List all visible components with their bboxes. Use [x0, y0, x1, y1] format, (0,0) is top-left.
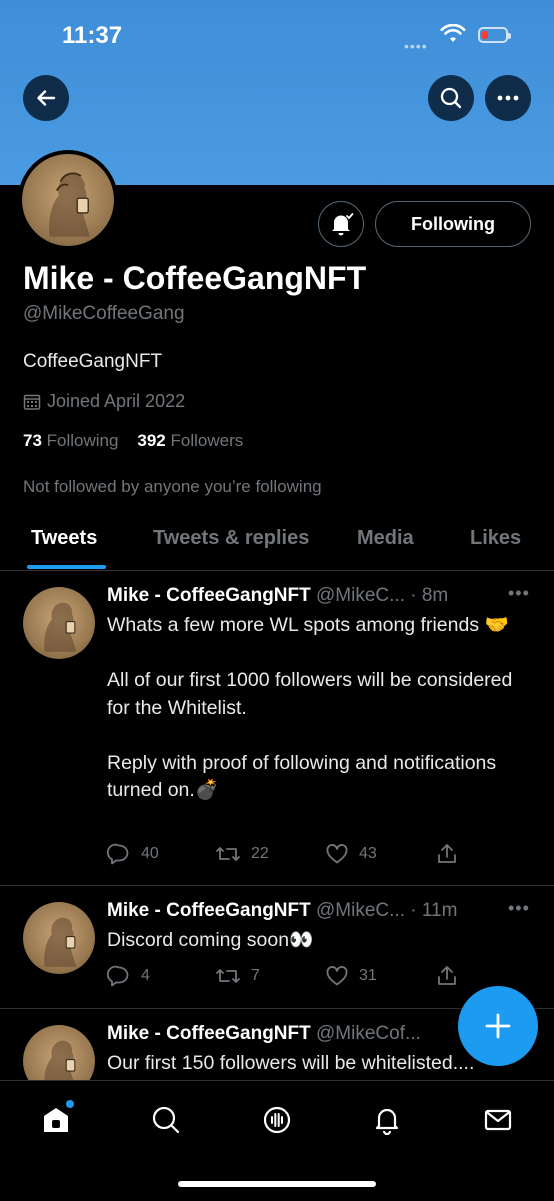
- tweet-meta: @MikeC... · 8m: [316, 585, 449, 606]
- tweet-avatar[interactable]: [23, 902, 95, 974]
- battery-icon: [478, 27, 511, 43]
- tab-tweets[interactable]: Tweets: [31, 527, 97, 550]
- profile-handle: @MikeCoffeeGang: [23, 303, 185, 324]
- reply-count: 4: [141, 967, 150, 984]
- tab-likes[interactable]: Likes: [470, 527, 521, 550]
- notification-dot: [66, 1100, 74, 1108]
- tweet-avatar[interactable]: [23, 587, 95, 659]
- profile-bio: CoffeeGangNFT: [23, 351, 163, 372]
- like-count: 31: [359, 967, 377, 984]
- spaces-icon: [263, 1106, 291, 1134]
- plus-icon: [485, 1013, 511, 1039]
- tweet-text: Discord coming soon👀: [107, 929, 314, 951]
- followers-count: 392: [137, 431, 166, 450]
- search-icon: [152, 1106, 180, 1134]
- home-icon: [44, 1108, 68, 1132]
- following-button[interactable]: Following: [375, 201, 531, 247]
- tweet-item[interactable]: Mike - CoffeeGangNFT @MikeC... · 8m ••• …: [0, 571, 554, 886]
- reply-icon: [107, 965, 129, 987]
- followers-label: Followers: [170, 431, 244, 450]
- tweet-text: Our first 150 followers will be whitelis…: [107, 1052, 475, 1074]
- tweet-actions: 4 7 31: [107, 964, 467, 990]
- like-button[interactable]: 31: [325, 964, 377, 988]
- followers-count-link[interactable]: 392 Followers: [137, 431, 243, 450]
- tweet-meta: @MikeC... · 11m: [316, 900, 458, 921]
- notifications-toggle-button[interactable]: [318, 201, 364, 247]
- like-count: 43: [359, 845, 377, 862]
- nav-spaces[interactable]: [260, 1103, 294, 1137]
- tweet-author-name: Mike - CoffeeGangNFT: [107, 900, 311, 921]
- notifications-icon: [375, 1108, 399, 1135]
- retweet-icon: [216, 847, 240, 861]
- retweet-count: 7: [251, 967, 260, 984]
- search-button[interactable]: [428, 75, 474, 121]
- follow-counts: 73 Following 392 Followers: [23, 431, 243, 451]
- reply-count: 40: [141, 845, 159, 862]
- tweet-more-button[interactable]: •••: [508, 583, 530, 604]
- nav-search[interactable]: [149, 1103, 183, 1137]
- tweet-author-name: Mike - CoffeeGangNFT: [107, 1023, 311, 1044]
- active-tab-indicator: [27, 565, 106, 569]
- like-button[interactable]: 43: [325, 842, 377, 866]
- share-button[interactable]: [435, 842, 459, 866]
- following-count: 73: [23, 431, 42, 450]
- tab-media[interactable]: Media: [357, 527, 414, 550]
- bell-icon: [332, 213, 354, 236]
- home-indicator: [178, 1181, 376, 1187]
- search-icon: [440, 87, 462, 109]
- profile-tabs: Tweets Tweets & replies Media Likes: [0, 520, 554, 571]
- heart-icon: [326, 966, 348, 986]
- share-icon: [438, 844, 456, 863]
- not-followed-text: Not followed by anyone you’re following: [23, 477, 322, 496]
- tweet-meta: @MikeCof...: [316, 1023, 421, 1044]
- tweet-author-name: Mike - CoffeeGangNFT: [107, 585, 311, 606]
- heart-icon: [326, 844, 348, 864]
- retweet-button[interactable]: 7: [215, 964, 260, 988]
- following-count-link[interactable]: 73 Following: [23, 431, 118, 450]
- reply-button[interactable]: 4: [107, 964, 150, 988]
- following-label: Following: [46, 431, 119, 450]
- nav-home[interactable]: [39, 1100, 74, 1137]
- signal-icon: ••••: [404, 38, 428, 54]
- retweet-count: 22: [251, 845, 269, 862]
- profile-name: Mike - CoffeeGangNFT: [23, 260, 367, 296]
- retweet-icon: [216, 969, 240, 983]
- profile-avatar[interactable]: [18, 150, 118, 250]
- more-button[interactable]: [485, 75, 531, 121]
- tweet-header: Mike - CoffeeGangNFT @MikeCof...: [107, 1023, 421, 1045]
- tweet-text: Whats a few more WL spots among friends …: [107, 614, 513, 801]
- compose-tweet-button[interactable]: [458, 986, 538, 1066]
- wifi-icon: [440, 24, 466, 42]
- joined-text: Joined April 2022: [47, 391, 186, 411]
- nav-messages[interactable]: [481, 1103, 515, 1137]
- back-button[interactable]: [23, 75, 69, 121]
- joined-date: Joined April 2022: [23, 391, 185, 412]
- calendar-icon: [23, 394, 41, 410]
- nav-notifications[interactable]: [370, 1103, 404, 1137]
- messages-icon: [484, 1109, 512, 1131]
- reply-icon: [107, 843, 129, 865]
- tweet-more-button[interactable]: •••: [508, 898, 530, 919]
- tweet-avatar[interactable]: [23, 1025, 95, 1080]
- tweet-actions: 40 22 43: [107, 842, 467, 868]
- tweet-header: Mike - CoffeeGangNFT @MikeC... · 11m: [107, 900, 457, 922]
- reply-button[interactable]: 40: [107, 842, 159, 866]
- tab-tweets-replies[interactable]: Tweets & replies: [153, 527, 309, 550]
- share-button[interactable]: [435, 964, 459, 988]
- status-bar: 11:37 ••••: [0, 0, 554, 70]
- status-time: 11:37: [62, 22, 123, 49]
- tweet-item[interactable]: Mike - CoffeeGangNFT @MikeC... · 11m •••…: [0, 886, 554, 1009]
- arrow-left-icon: [37, 90, 56, 106]
- more-icon: [497, 95, 519, 101]
- share-icon: [438, 966, 456, 985]
- retweet-button[interactable]: 22: [215, 842, 269, 866]
- tweet-header: Mike - CoffeeGangNFT @MikeC... · 8m: [107, 585, 448, 607]
